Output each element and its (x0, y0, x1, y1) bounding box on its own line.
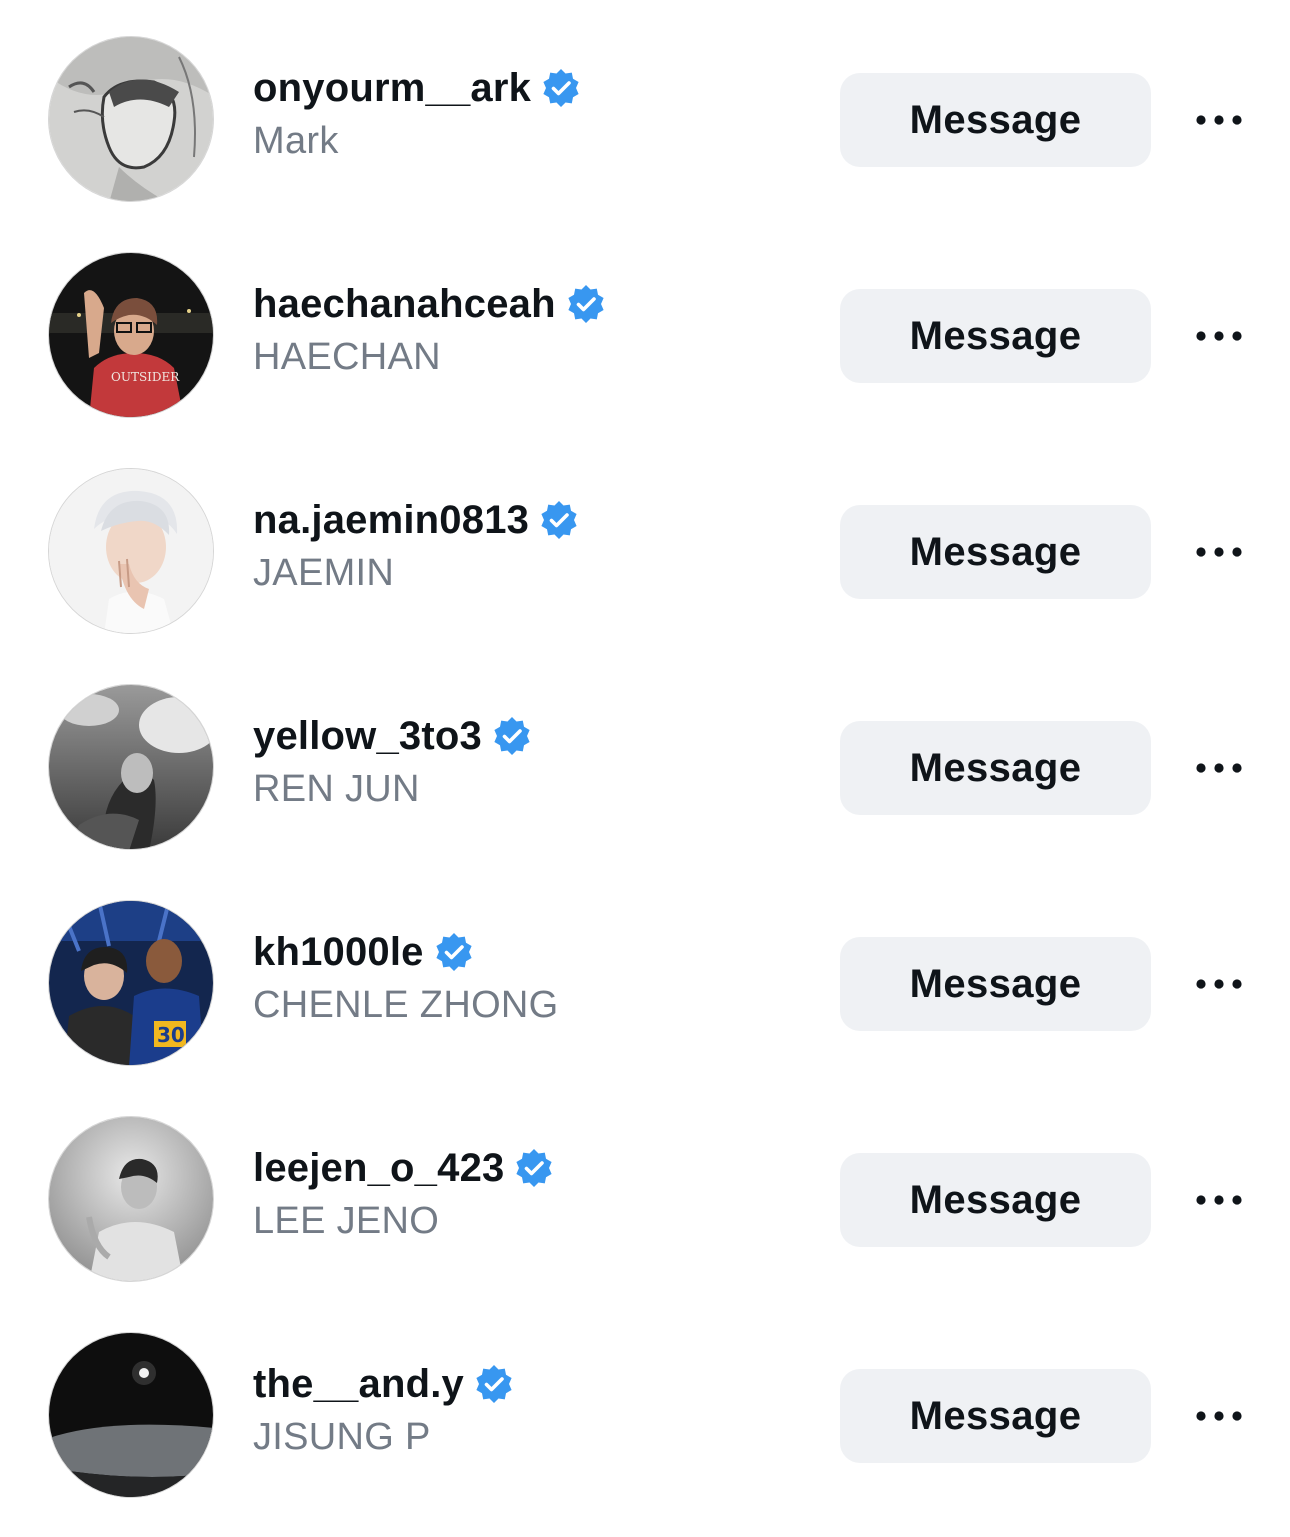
message-button[interactable]: Message (840, 73, 1151, 167)
avatar[interactable]: 30 (48, 900, 214, 1066)
username[interactable]: onyourm__ark (253, 66, 531, 111)
verified-badge-icon (436, 933, 472, 971)
avatar[interactable] (48, 1332, 214, 1498)
full-name: REN JUN (253, 768, 420, 810)
avatar[interactable] (48, 468, 214, 634)
full-name: JAEMIN (253, 552, 395, 594)
verified-badge-icon (494, 717, 530, 755)
more-horizontal-icon[interactable] (1188, 964, 1250, 1004)
avatar[interactable] (48, 684, 214, 850)
verified-badge-icon (476, 1365, 512, 1403)
list-item: na.jaemin0813 JAEMIN Message (0, 432, 1290, 648)
avatar[interactable] (48, 36, 214, 202)
more-horizontal-icon[interactable] (1188, 1180, 1250, 1220)
verified-badge-icon (516, 1149, 553, 1187)
full-name: CHENLE ZHONG (253, 984, 559, 1026)
list-item: yellow_3to3 REN JUN Message (0, 648, 1290, 864)
username[interactable]: haechanahceah (253, 282, 556, 327)
more-horizontal-icon[interactable] (1188, 316, 1250, 356)
username[interactable]: leejen_o_423 (253, 1146, 504, 1191)
username[interactable]: kh1000le (253, 930, 424, 975)
svg-text:OUTSIDER: OUTSIDER (111, 370, 180, 384)
more-horizontal-icon[interactable] (1188, 1396, 1250, 1436)
full-name: HAECHAN (253, 336, 441, 378)
verified-badge-icon (543, 69, 579, 107)
avatar[interactable]: OUTSIDER (48, 252, 214, 418)
list-item: leejen_o_423 LEE JENO Message (0, 1080, 1290, 1296)
following-list: onyourm__ark Mark Message OUTSIDER haech… (0, 0, 1290, 1537)
more-horizontal-icon[interactable] (1188, 532, 1250, 572)
message-button[interactable]: Message (840, 1153, 1151, 1247)
message-button[interactable]: Message (840, 937, 1151, 1031)
verified-badge-icon (568, 285, 604, 323)
username[interactable]: na.jaemin0813 (253, 498, 529, 543)
full-name: LEE JENO (253, 1200, 440, 1242)
list-item: the__and.y JISUNG P Message (0, 1296, 1290, 1512)
verified-badge-icon (541, 501, 577, 539)
svg-text:30: 30 (157, 1023, 185, 1047)
full-name: Mark (253, 120, 339, 162)
message-button[interactable]: Message (840, 1369, 1151, 1463)
list-item: onyourm__ark Mark Message (0, 0, 1290, 216)
list-item: 30 kh1000le CHENLE ZHONG Message (0, 864, 1290, 1080)
more-horizontal-icon[interactable] (1188, 100, 1250, 140)
list-item: OUTSIDER haechanahceah HAECHAN Message (0, 216, 1290, 432)
more-horizontal-icon[interactable] (1188, 748, 1250, 788)
full-name: JISUNG P (253, 1416, 431, 1458)
username[interactable]: yellow_3to3 (253, 714, 482, 759)
message-button[interactable]: Message (840, 505, 1151, 599)
message-button[interactable]: Message (840, 289, 1151, 383)
username[interactable]: the__and.y (253, 1362, 464, 1407)
message-button[interactable]: Message (840, 721, 1151, 815)
avatar[interactable] (48, 1116, 214, 1282)
